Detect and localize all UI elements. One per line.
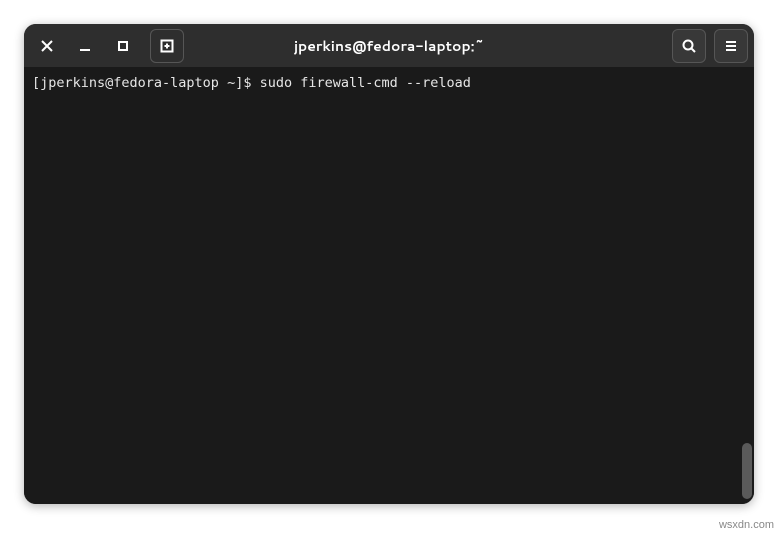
scrollbar-track[interactable] [741, 68, 753, 503]
close-button[interactable] [30, 29, 64, 63]
titlebar: jperkins@fedora-laptop:~ [24, 24, 754, 68]
command-text: sudo firewall-cmd --reload [260, 75, 471, 91]
prompt: [jperkins@fedora-laptop ~]$ [32, 75, 260, 91]
maximize-button[interactable] [106, 29, 140, 63]
minimize-icon [77, 38, 93, 54]
menu-button[interactable] [714, 29, 748, 63]
search-button[interactable] [672, 29, 706, 63]
terminal-window: jperkins@fedora-laptop:~ [jperkins@fedor… [24, 24, 754, 504]
titlebar-controls-right [672, 29, 748, 63]
window-title: jperkins@fedora-laptop:~ [294, 36, 484, 56]
hamburger-icon [723, 38, 739, 54]
terminal-line: [jperkins@fedora-laptop ~]$ sudo firewal… [32, 74, 746, 93]
minimize-button[interactable] [68, 29, 102, 63]
search-icon [681, 38, 697, 54]
scrollbar-thumb[interactable] [742, 443, 752, 499]
close-icon [39, 38, 55, 54]
terminal-body[interactable]: [jperkins@fedora-laptop ~]$ sudo firewal… [24, 68, 754, 504]
maximize-icon [115, 38, 131, 54]
titlebar-controls-left [30, 29, 184, 63]
new-tab-button[interactable] [150, 29, 184, 63]
watermark: wsxdn.com [719, 519, 774, 531]
new-tab-icon [159, 38, 175, 54]
